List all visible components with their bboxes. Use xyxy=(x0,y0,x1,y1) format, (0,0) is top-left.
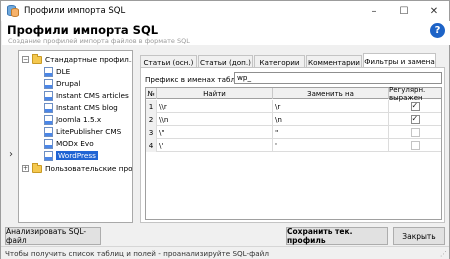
sql-file-icon xyxy=(44,90,53,101)
tree-item-label: DLE xyxy=(56,67,71,76)
replace-cell[interactable]: ' xyxy=(273,139,389,152)
replace-cell[interactable]: \n xyxy=(273,113,389,126)
window-title: Профили импорта SQL xyxy=(24,6,126,16)
tree-item-label: Instant CMS articles xyxy=(56,91,129,100)
prefix-input[interactable]: wp_ xyxy=(234,72,442,84)
tab-filters-replace[interactable]: Фильтры и замена xyxy=(363,53,436,68)
tree-item-joomla[interactable]: Joomla 1.5.x xyxy=(44,114,101,125)
row-number: 2 xyxy=(146,113,157,126)
profiles-tree[interactable]: − Стандартные профил... DLE Drupal Insta… xyxy=(18,50,133,223)
sql-file-icon xyxy=(44,102,53,113)
regex-cell xyxy=(389,139,441,152)
sql-file-icon xyxy=(44,114,53,125)
sql-file-icon xyxy=(44,150,53,161)
table-row[interactable]: 1 \\r \r xyxy=(146,100,441,113)
replace-grid[interactable]: № Найти Заменить на Регулярн. выражен 1 … xyxy=(145,86,442,220)
sql-file-icon xyxy=(44,78,53,89)
regex-checkbox[interactable] xyxy=(410,128,420,137)
tree-item-wordpress[interactable]: WordPress xyxy=(44,150,98,161)
maximize-button[interactable]: ☐ xyxy=(389,1,419,21)
status-bar: Чтобы получить список таблиц и полей - п… xyxy=(1,246,449,259)
table-row[interactable]: 3 \" " xyxy=(146,126,441,139)
find-cell[interactable]: \\r xyxy=(157,100,273,113)
column-header-regex[interactable]: Регулярн. выражен xyxy=(389,86,441,102)
resize-grip-icon[interactable]: ⋰ xyxy=(440,250,447,258)
expand-toggle-icon[interactable]: + xyxy=(22,165,29,172)
tree-item-litepublisher[interactable]: LitePublisher CMS xyxy=(44,126,121,137)
find-cell[interactable]: \' xyxy=(157,139,273,152)
sql-file-icon xyxy=(44,138,53,149)
tree-item-drupal[interactable]: Drupal xyxy=(44,78,80,89)
tree-item-label: MODx Evo xyxy=(56,139,94,148)
table-row[interactable]: 2 \\n \n xyxy=(146,113,441,126)
close-button[interactable]: Закрыть xyxy=(393,227,445,245)
regex-cell xyxy=(389,113,441,126)
import-profiles-window: Профили импорта SQL – ☐ ✕ Профили импорт… xyxy=(0,0,450,259)
regex-cell xyxy=(389,100,441,113)
prefix-label: Префикс в именах таблиц: xyxy=(145,75,248,84)
app-database-icon xyxy=(7,5,19,17)
minimize-button[interactable]: – xyxy=(359,1,389,21)
page-title: Профили импорта SQL xyxy=(7,23,159,37)
regex-checkbox[interactable] xyxy=(410,114,420,124)
collapse-arrow-icon[interactable]: › xyxy=(9,149,13,160)
tree-folder-user[interactable]: + Пользовательские про... xyxy=(22,162,133,174)
tree-item-label: Стандартные профил... xyxy=(45,55,133,64)
regex-checkbox[interactable] xyxy=(410,101,420,111)
column-header-num[interactable]: № xyxy=(146,88,157,99)
tree-item-label: LitePublisher CMS xyxy=(56,127,122,136)
filters-panel: Префикс в именах таблиц: wp_ № Найти Зам… xyxy=(140,67,445,223)
row-number: 3 xyxy=(146,126,157,139)
tree-item-label: Drupal xyxy=(56,79,81,88)
page-subtitle: Создание профилей импорта файлов в форма… xyxy=(8,37,190,45)
column-header-find[interactable]: Найти xyxy=(157,88,273,99)
tree-item-dle[interactable]: DLE xyxy=(44,66,70,77)
find-cell[interactable]: \\n xyxy=(157,113,273,126)
replace-cell[interactable]: \r xyxy=(273,100,389,113)
tree-item-label: Instant CMS blog xyxy=(56,103,118,112)
tree-item-instant-cms-articles[interactable]: Instant CMS articles xyxy=(44,90,129,101)
tree-item-label: Joomla 1.5.x xyxy=(56,115,102,124)
dialog-header: Профили импорта SQL Создание профилей им… xyxy=(2,21,450,45)
analyze-sql-button[interactable]: Анализировать SQL-файл xyxy=(5,227,101,245)
sql-file-icon xyxy=(44,66,53,77)
column-header-replace[interactable]: Заменить на xyxy=(273,88,389,99)
tree-item-label: Пользовательские про... xyxy=(45,164,133,173)
help-icon[interactable]: ? xyxy=(430,23,445,38)
collapse-toggle-icon[interactable]: − xyxy=(22,56,29,63)
grid-header: № Найти Заменить на Регулярн. выражен xyxy=(146,86,441,102)
close-window-button[interactable]: ✕ xyxy=(419,1,449,21)
row-number: 1 xyxy=(146,100,157,113)
tree-item-instant-cms-blog[interactable]: Instant CMS blog xyxy=(44,102,118,113)
sql-file-icon xyxy=(44,126,53,137)
table-row[interactable]: 4 \' ' xyxy=(146,139,441,152)
find-cell[interactable]: \" xyxy=(157,126,273,139)
row-number: 4 xyxy=(146,139,157,152)
title-bar: Профили импорта SQL – ☐ ✕ xyxy=(1,1,449,21)
regex-checkbox[interactable] xyxy=(410,141,420,150)
folder-icon xyxy=(32,53,42,64)
folder-icon xyxy=(32,162,42,173)
status-text: Чтобы получить список таблиц и полей - п… xyxy=(5,249,269,258)
tree-folder-standard[interactable]: − Стандартные профил... xyxy=(22,53,133,65)
tree-item-label: WordPress xyxy=(56,151,98,160)
save-profile-button[interactable]: Сохранить тек. профиль xyxy=(286,227,388,245)
tree-item-modx-evo[interactable]: MODx Evo xyxy=(44,138,94,149)
regex-cell xyxy=(389,126,441,139)
replace-cell[interactable]: " xyxy=(273,126,389,139)
